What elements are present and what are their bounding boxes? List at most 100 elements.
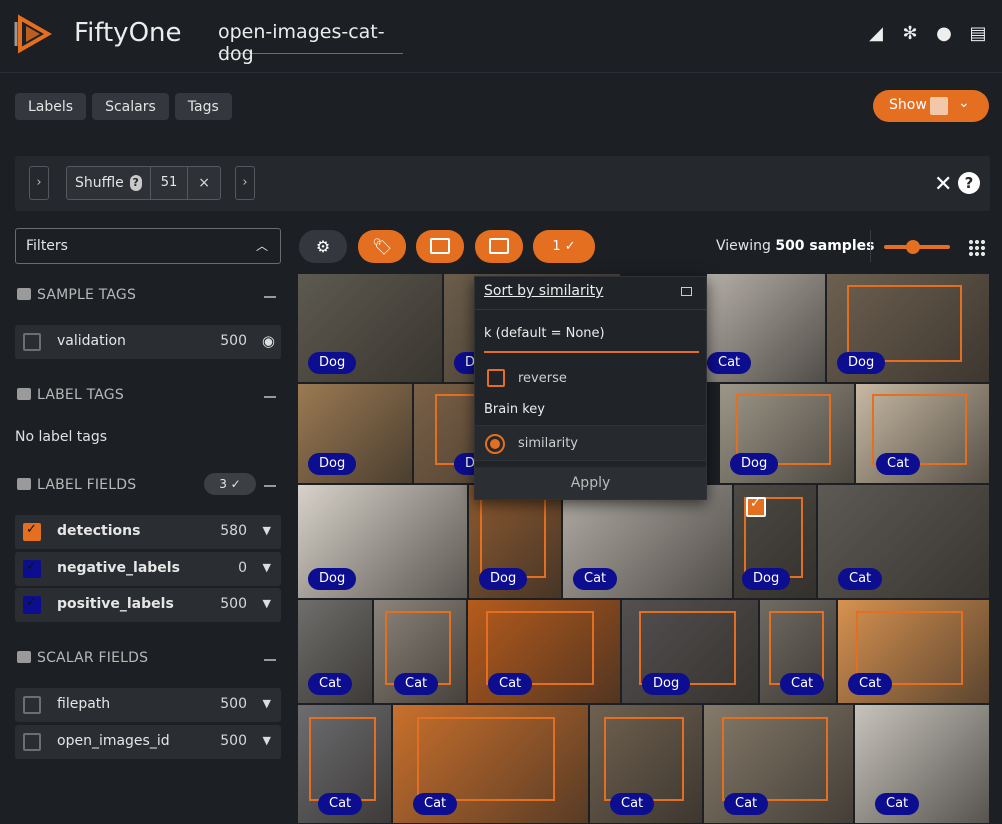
sample-tile[interactable]: Cat xyxy=(589,704,703,824)
settings-button[interactable]: ⚙ xyxy=(299,230,347,263)
classification-label: Dog xyxy=(308,453,357,475)
stage-remove-button[interactable]: × xyxy=(188,175,220,191)
stage-name: Shuffle xyxy=(75,175,124,191)
classification-label: Dog xyxy=(308,352,357,374)
docs-icon[interactable]: ▤ xyxy=(966,22,990,46)
field-count: 0 xyxy=(238,560,247,576)
sample-tile[interactable]: Cat xyxy=(837,599,990,704)
sample-tag-count: 500 xyxy=(220,333,247,349)
sample-tile[interactable]: Dog xyxy=(733,484,817,599)
sample-tile[interactable]: Cat xyxy=(297,599,373,704)
sample-tile[interactable]: Cat xyxy=(854,704,990,824)
tag-button[interactable]: 🏷 xyxy=(358,230,406,263)
view-bar-right-arrow[interactable]: › xyxy=(235,166,255,200)
sample-tile[interactable]: Dog xyxy=(297,273,443,383)
filepath-checkbox[interactable] xyxy=(23,696,41,714)
similarity-radio[interactable] xyxy=(485,434,505,454)
sample-tile[interactable]: Cat xyxy=(373,599,467,704)
label-tags-title: LABEL TAGS xyxy=(17,387,124,403)
sample-tile[interactable]: Cat xyxy=(703,704,854,824)
sample-tile[interactable]: Cat xyxy=(467,599,621,704)
bar-chart-icon xyxy=(17,651,31,663)
sample-tags-title: SAMPLE TAGS xyxy=(17,287,136,303)
sample-tile[interactable]: Cat xyxy=(392,704,589,824)
expand-arrow-icon[interactable]: ▼ xyxy=(263,524,271,537)
scalar-fields-title: SCALAR FIELDS xyxy=(17,650,148,666)
classification-label: Cat xyxy=(876,453,921,475)
k-input-label[interactable]: k (default = None) xyxy=(484,326,605,341)
sample-tile[interactable]: Dog xyxy=(719,383,855,484)
filters-dropdown[interactable]: Filters ︿ xyxy=(15,228,281,264)
sample-tile[interactable]: Dog xyxy=(826,273,990,383)
sample-tag-validation[interactable]: validation 500 ◉ xyxy=(15,325,281,359)
field-label: negative_labels xyxy=(57,560,180,576)
sample-tile[interactable]: Dog xyxy=(297,383,413,484)
eye-icon[interactable]: ◉ xyxy=(262,332,275,350)
collapse-label-fields-button[interactable] xyxy=(264,485,276,487)
sample-tile[interactable]: Cat xyxy=(855,383,990,484)
label-fields-selected-badge[interactable]: 3 ✓ xyxy=(204,473,256,495)
classification-label: Cat xyxy=(318,793,363,815)
show-button[interactable]: Show ⌄ xyxy=(873,90,989,122)
dataset-selector[interactable]: open-images-cat-dog xyxy=(218,18,403,65)
stage-value[interactable]: 51 xyxy=(149,167,189,199)
k-input[interactable] xyxy=(484,351,699,353)
stage-help-icon[interactable]: ? xyxy=(129,175,142,191)
expand-arrow-icon[interactable]: ▼ xyxy=(263,561,271,574)
sample-tile[interactable]: Cat xyxy=(297,704,392,824)
selected-samples-button[interactable]: 1 ✓ xyxy=(533,230,595,263)
tag-icon xyxy=(17,388,31,400)
grid-view-icon[interactable] xyxy=(968,239,985,256)
tag-icon xyxy=(17,288,31,300)
classification-label: Dog xyxy=(308,568,357,590)
scalar-field-filepath[interactable]: filepath 500 ▼ xyxy=(15,688,281,722)
sample-select-checkbox[interactable] xyxy=(746,496,766,517)
zoom-slider-handle[interactable] xyxy=(906,240,920,254)
view-help-icon[interactable]: ? xyxy=(958,172,980,194)
tags-button[interactable]: Tags xyxy=(174,93,232,120)
view-stage-shuffle[interactable]: Shuffle ? 51 × xyxy=(66,166,221,200)
label-field-negative-labels[interactable]: negative_labels 0 ▼ xyxy=(15,552,281,586)
sample-tile[interactable]: Cat xyxy=(562,484,733,599)
labels-button[interactable]: Labels xyxy=(15,93,87,120)
sample-tile[interactable]: Cat xyxy=(706,273,826,383)
positive-labels-checkbox[interactable] xyxy=(23,595,41,614)
label-field-detections[interactable]: detections 580 ▼ xyxy=(15,515,281,549)
slack-icon[interactable]: ✻ xyxy=(898,22,922,46)
scalars-button[interactable]: Scalars xyxy=(92,93,169,120)
zoom-slider[interactable] xyxy=(884,240,950,254)
external-link-icon[interactable] xyxy=(681,287,692,296)
sample-tile[interactable]: Dog xyxy=(297,484,468,599)
sample-tag-checkbox[interactable] xyxy=(23,333,41,351)
reverse-checkbox[interactable] xyxy=(487,369,505,387)
popover-title-link[interactable]: Sort by similarity xyxy=(484,283,603,299)
sample-tile[interactable]: Dog xyxy=(621,599,759,704)
fiftyone-logo-icon[interactable] xyxy=(14,14,54,54)
expand-arrow-icon[interactable]: ▼ xyxy=(263,697,271,710)
apply-button[interactable]: Apply xyxy=(475,467,706,499)
sample-tile[interactable]: Dog xyxy=(468,484,562,599)
github-icon[interactable]: ● xyxy=(932,22,956,46)
scalar-field-open-images-id[interactable]: open_images_id 500 ▼ xyxy=(15,725,281,759)
collapse-sample-tags-button[interactable] xyxy=(264,296,276,298)
sample-tile[interactable]: Cat xyxy=(759,599,837,704)
sort-by-similarity-button[interactable] xyxy=(475,230,523,263)
sample-tag-label: validation xyxy=(57,333,126,349)
collapse-label-tags-button[interactable] xyxy=(264,396,276,398)
classification-label: Cat xyxy=(413,793,458,815)
patches-button[interactable] xyxy=(416,230,464,263)
detection-box xyxy=(480,497,546,578)
classification-label: Cat xyxy=(573,568,618,590)
field-label: filepath xyxy=(57,696,111,712)
clear-view-button[interactable]: ✕ xyxy=(934,172,952,197)
open-images-id-checkbox[interactable] xyxy=(23,733,41,751)
expand-arrow-icon[interactable]: ▼ xyxy=(263,734,271,747)
negative-labels-checkbox[interactable] xyxy=(23,559,41,578)
label-field-positive-labels[interactable]: positive_labels 500 ▼ xyxy=(15,588,281,622)
detections-checkbox[interactable] xyxy=(23,522,41,541)
brain-key-option[interactable]: similarity xyxy=(475,425,706,461)
sample-tile[interactable]: Cat xyxy=(817,484,990,599)
view-bar-left-arrow[interactable]: › xyxy=(29,166,49,200)
collapse-scalar-fields-button[interactable] xyxy=(264,659,276,661)
expand-arrow-icon[interactable]: ▼ xyxy=(263,597,271,610)
